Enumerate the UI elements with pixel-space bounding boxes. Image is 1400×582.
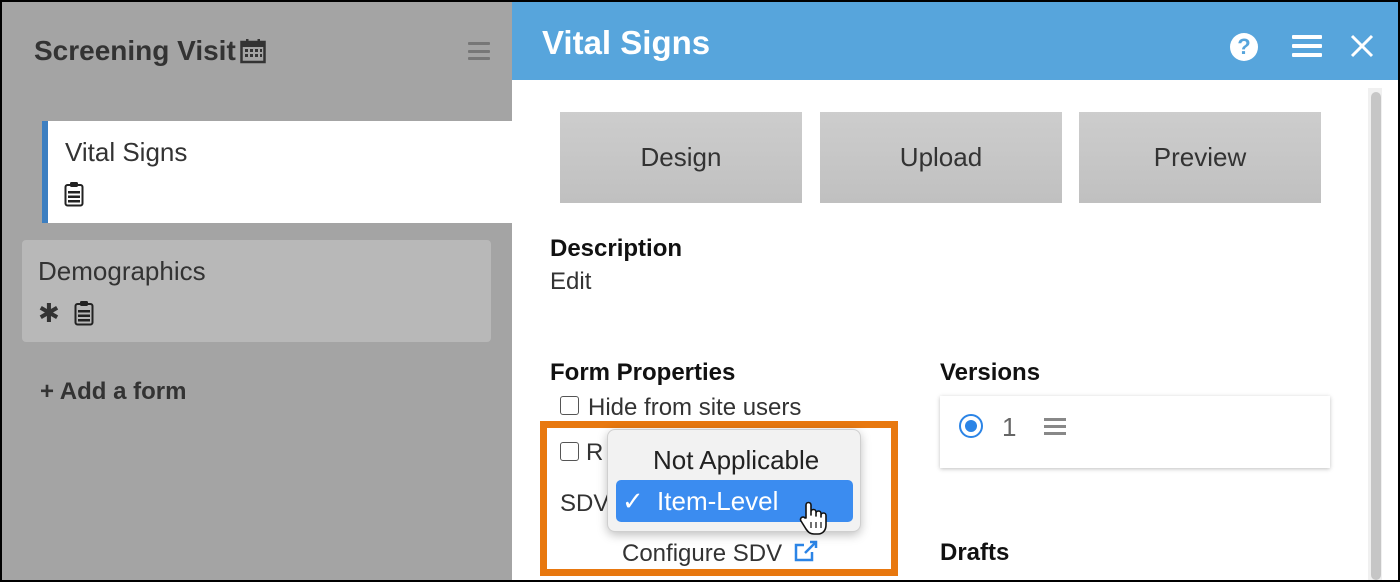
menu-icon[interactable]	[1292, 35, 1322, 57]
option-label: Item-Level	[657, 486, 779, 516]
version-menu-icon[interactable]	[1044, 418, 1066, 435]
add-form-link[interactable]: + Add a form	[40, 378, 186, 406]
panel-title: Vital Signs	[542, 24, 711, 61]
visit-title: Screening Visit	[34, 35, 266, 67]
form-card-vital-signs[interactable]: Vital Signs	[42, 121, 512, 223]
description-label: Description	[550, 235, 683, 262]
hide-from-site-users-label: Hide from site users	[588, 394, 802, 421]
visit-sidebar: Screening Visit Vital Signs Demographics…	[2, 2, 512, 580]
version-radio[interactable]	[959, 414, 983, 438]
required-asterisk-icon: ✱	[38, 298, 60, 328]
versions-list: 1	[940, 396, 1330, 468]
form-properties-label: Form Properties	[550, 359, 736, 386]
versions-label: Versions	[940, 359, 1041, 386]
form-card-demographics[interactable]: Demographics ✱	[22, 240, 491, 342]
clipboard-icon	[64, 182, 84, 207]
drafts-label: Drafts	[940, 539, 1010, 566]
form-name: Demographics	[38, 256, 206, 286]
close-icon[interactable]	[1348, 32, 1376, 60]
visit-menu-icon[interactable]	[468, 42, 490, 60]
calendar-icon[interactable]	[240, 38, 266, 64]
description-edit-link[interactable]: Edit	[550, 268, 591, 296]
hand-cursor-icon	[799, 501, 827, 535]
scrollbar-thumb[interactable]	[1371, 92, 1381, 580]
hide-from-site-users-checkbox[interactable]	[560, 396, 579, 415]
sdv-option-not-applicable[interactable]: Not Applicable	[616, 439, 853, 481]
form-name: Vital Signs	[65, 137, 188, 167]
clipboard-icon	[74, 301, 94, 326]
panel-header: Vital Signs ?	[512, 2, 1398, 80]
visit-title-text: Screening Visit	[34, 35, 236, 66]
upload-button[interactable]: Upload	[820, 112, 1062, 203]
design-button[interactable]: Design	[560, 112, 802, 203]
help-icon[interactable]: ?	[1230, 33, 1258, 61]
version-number: 1	[1002, 412, 1017, 442]
checkmark-icon: ✓	[622, 486, 644, 516]
app-window: Screening Visit Vital Signs Demographics…	[2, 2, 1398, 580]
preview-button[interactable]: Preview	[1079, 112, 1321, 203]
